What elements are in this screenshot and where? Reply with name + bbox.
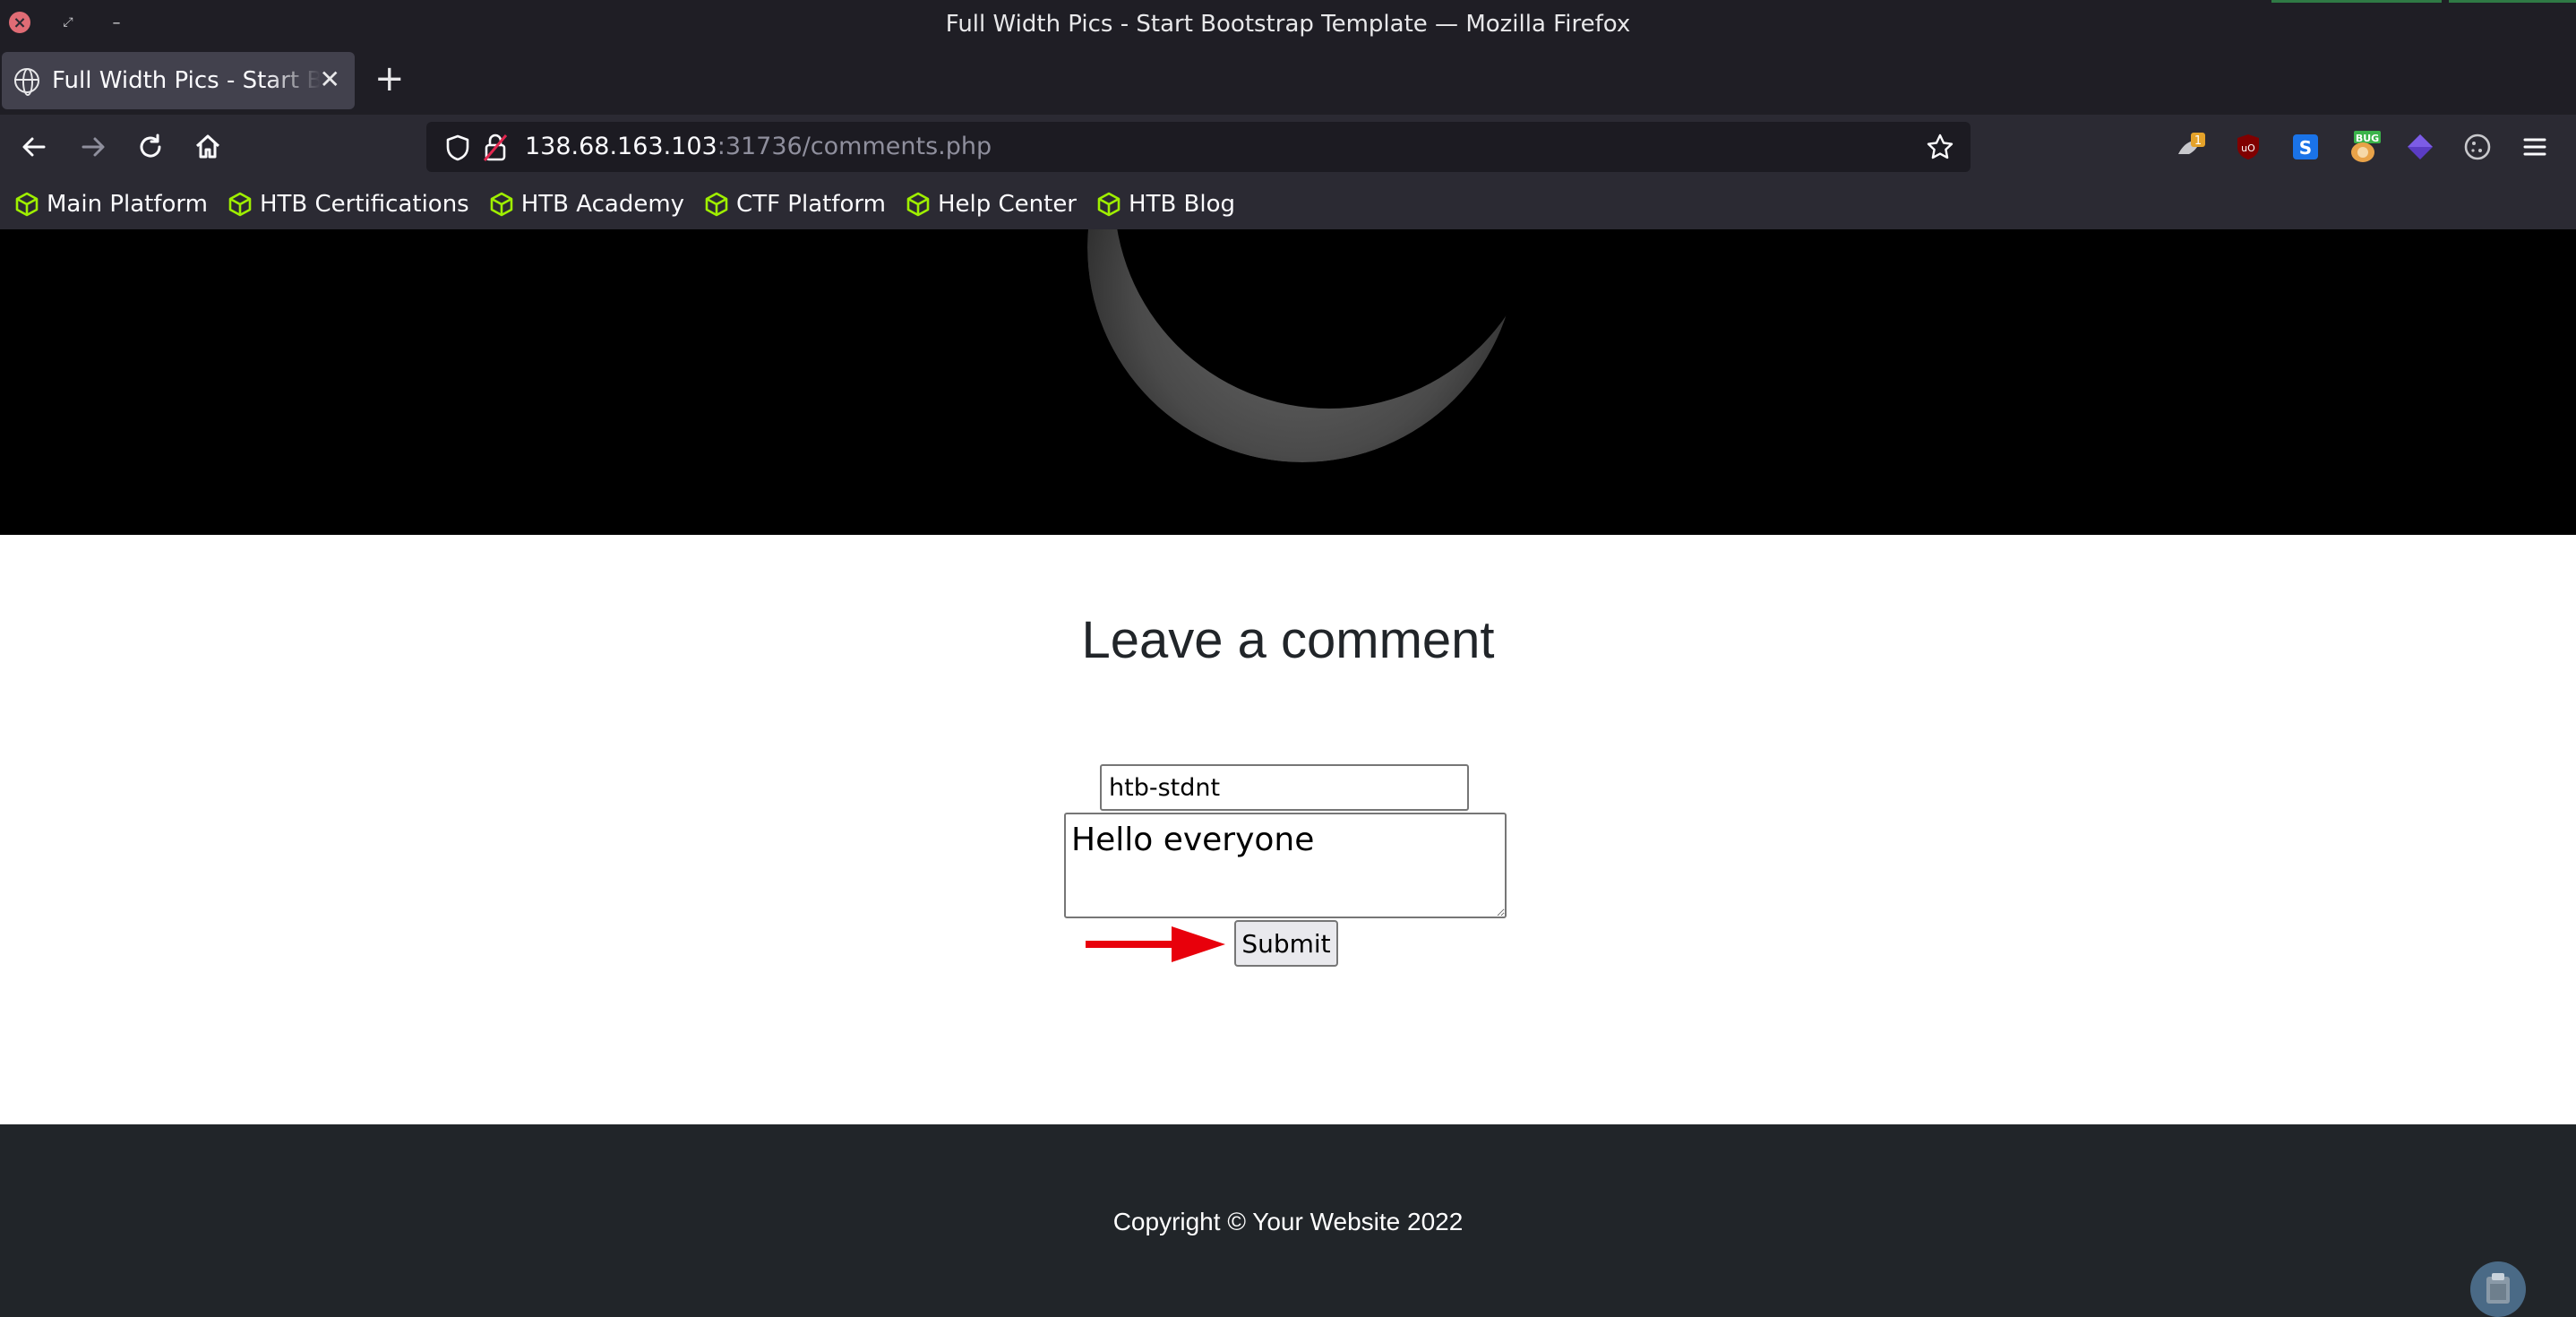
htb-cube-icon [705, 192, 728, 217]
bookmarks-toolbar: Main Platform HTB Certifications HTB Aca… [0, 179, 2576, 229]
tab-active[interactable]: Full Width Pics - Start Bootstrap Templa… [2, 52, 355, 109]
insecure-lock-icon[interactable] [482, 133, 509, 163]
red-arrow-annotation [1086, 926, 1225, 962]
window-title: Full Width Pics - Start Bootstrap Templa… [945, 11, 1631, 38]
bookmark-label: Main Platform [47, 191, 208, 218]
clipboard-icon [2486, 1273, 2510, 1304]
svg-text:S: S [2299, 137, 2312, 159]
s-extension-icon[interactable]: S [2289, 131, 2322, 163]
htb-cube-icon [1097, 192, 1121, 217]
bookmark-label: CTF Platform [736, 191, 886, 218]
cookie-icon[interactable] [2461, 131, 2494, 163]
taskbar-strip [2271, 0, 2442, 3]
hero-moon-image [0, 229, 2576, 535]
name-input[interactable] [1100, 764, 1469, 811]
footer: Copyright © Your Website 2022 [0, 1124, 2576, 1317]
foxyproxy-icon[interactable]: 1 [2175, 131, 2207, 163]
shield-icon[interactable] [444, 133, 471, 162]
back-button[interactable] [16, 129, 52, 165]
htb-cube-icon [906, 192, 930, 217]
taskbar-strip [2449, 0, 2576, 3]
bookmark-label: HTB Certifications [259, 191, 469, 218]
footer-copyright: Copyright © Your Website 2022 [1112, 1208, 1464, 1235]
globe-icon [14, 68, 39, 96]
tab-close-icon[interactable]: ✕ [320, 65, 340, 94]
url-bar[interactable]: 138.68.163.103:31736/comments.php [426, 122, 1971, 172]
htb-cube-icon [228, 192, 252, 217]
home-button[interactable] [190, 129, 226, 165]
arrow-right-icon [82, 137, 105, 157]
bookmark-label: Help Center [937, 191, 1078, 218]
url-host: 138.68.163.103 [525, 133, 717, 160]
crescent-moon-image [1087, 229, 1517, 462]
comment-heading: Leave a comment [1081, 611, 1495, 669]
tab-title: Full Width Pics - Start Bootstrap Templa… [52, 67, 321, 94]
forward-button[interactable] [75, 129, 111, 165]
bookmark-htb-academy[interactable]: HTB Academy [489, 191, 684, 218]
svg-text:BUG: BUG [2356, 133, 2379, 144]
svg-text:1: 1 [2194, 134, 2202, 148]
ublock-origin-icon[interactable]: uO [2232, 131, 2264, 163]
bookmark-ctf-platform[interactable]: CTF Platform [704, 191, 886, 218]
bookmark-help-center[interactable]: Help Center [906, 191, 1077, 218]
home-icon [195, 134, 220, 159]
bookmark-main-platform[interactable]: Main Platform [14, 191, 208, 218]
new-tab-button[interactable]: + [374, 61, 405, 97]
svg-text:uO: uO [2241, 142, 2255, 154]
page-content: Leave a comment Hello everyone Submit Co… [0, 229, 2576, 1317]
window-titlebar: × ⤢ – Full Width Pics - Start Bootstrap … [0, 0, 2576, 48]
arrow-left-icon [22, 137, 46, 157]
bookmark-htb-blog[interactable]: HTB Blog [1096, 191, 1235, 218]
bookmark-label: HTB Academy [520, 191, 685, 218]
bug-extension-icon[interactable]: BUG [2347, 131, 2381, 163]
bookmark-label: HTB Blog [1129, 191, 1236, 218]
url-path: :31736/comments.php [717, 133, 992, 160]
submit-button[interactable]: Submit [1234, 920, 1338, 967]
htb-cube-icon [490, 192, 513, 217]
purple-cube-icon[interactable] [2404, 131, 2436, 163]
reload-button[interactable] [133, 129, 168, 165]
tab-bar: Full Width Pics - Start Bootstrap Templa… [0, 48, 2576, 115]
hamburger-menu-icon[interactable] [2520, 131, 2553, 163]
clipboard-floating-button[interactable] [2470, 1261, 2526, 1317]
navigation-toolbar: 138.68.163.103:31736/comments.php 1 uO S… [0, 115, 2576, 179]
bookmark-htb-certifications[interactable]: HTB Certifications [228, 191, 469, 218]
reload-icon [140, 133, 161, 158]
url-text[interactable]: 138.68.163.103:31736/comments.php [525, 122, 992, 172]
bookmark-star-icon[interactable] [1926, 133, 1954, 161]
comment-textarea[interactable]: Hello everyone [1064, 813, 1507, 918]
htb-cube-icon [15, 192, 39, 217]
